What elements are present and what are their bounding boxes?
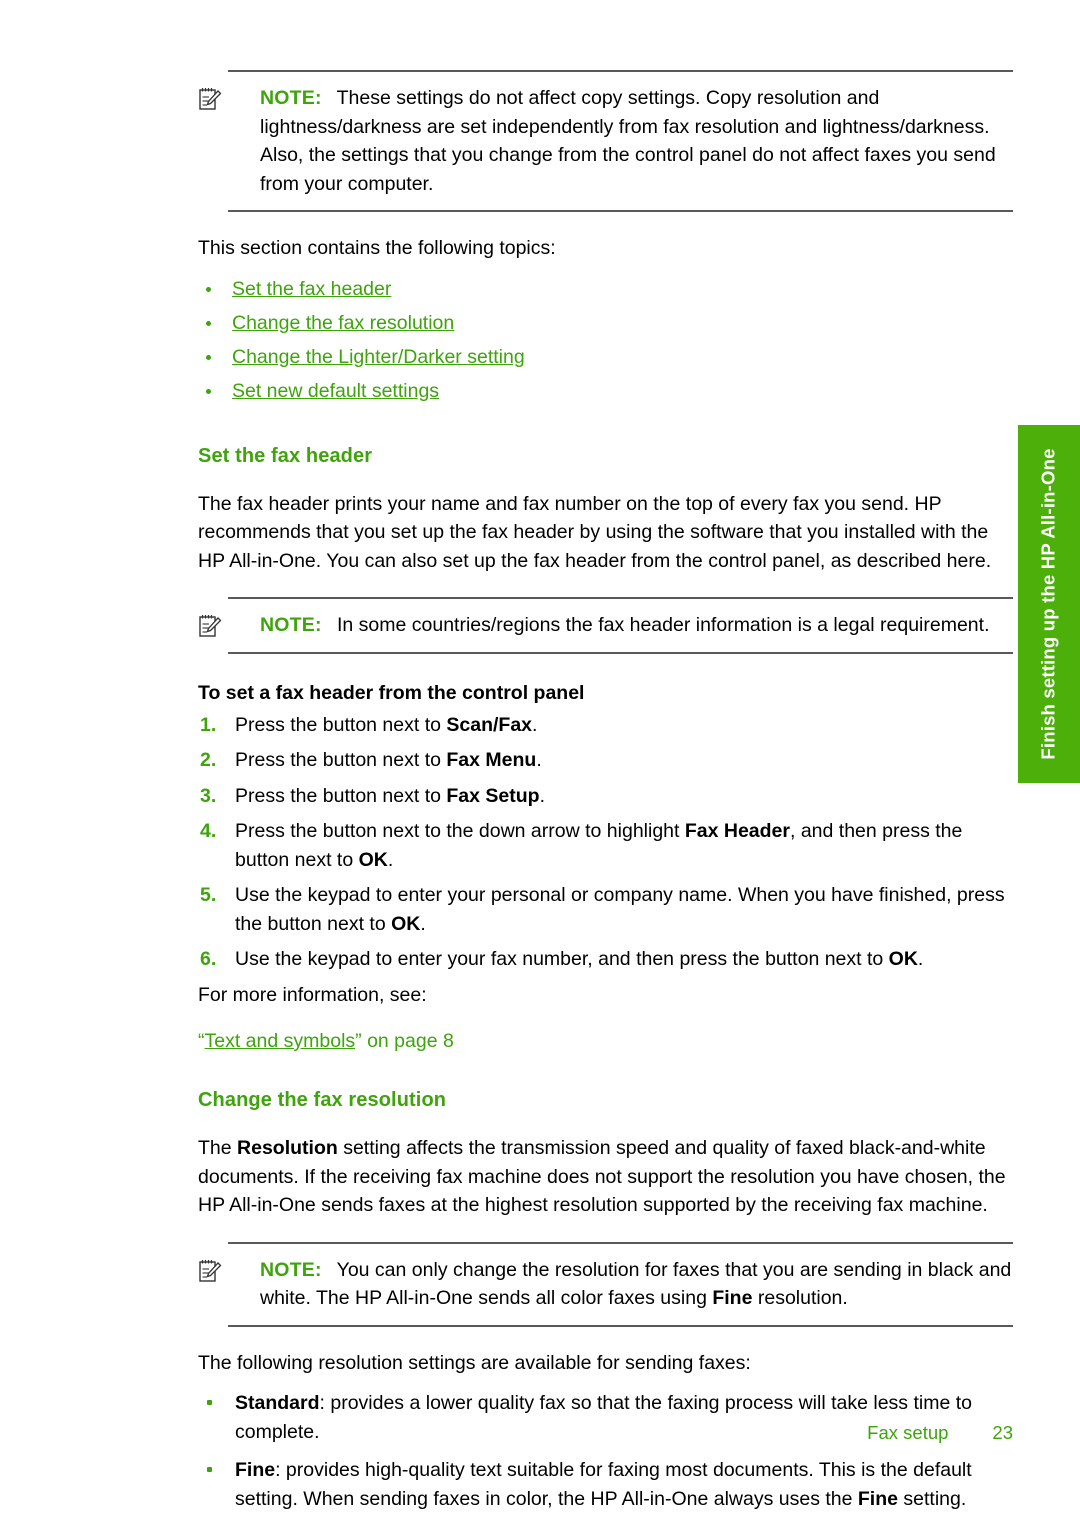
resolution-list-lead: The following resolution settings are av…	[198, 1351, 751, 1374]
note-pencil-icon	[198, 613, 222, 639]
topic-link-set-fax-header[interactable]: Set the fax header	[232, 278, 391, 300]
step-item: 4. Press the button next to the down arr…	[198, 817, 1013, 874]
section-heading-change-fax-resolution: Change the fax resolution	[198, 1089, 447, 1111]
bullet-icon	[207, 1400, 212, 1405]
topic-link-set-new-defaults[interactable]: Set new default settings	[232, 380, 439, 402]
chapter-side-tab: Finish setting up the HP All-in-One	[1018, 425, 1080, 783]
cross-reference-text-and-symbols[interactable]: “Text and symbols” on page 8	[198, 1027, 1013, 1055]
bullet-icon	[206, 354, 211, 360]
step-number: 5.	[200, 884, 217, 906]
step-item: 2. Press the button next to Fax Menu.	[198, 746, 1013, 775]
step-text: Press the button next to Fax Setup.	[235, 784, 545, 807]
topic-link-change-fax-resolution[interactable]: Change the fax resolution	[232, 312, 454, 334]
note-text: These settings do not affect copy settin…	[260, 87, 996, 195]
procedure-steps: 1. Press the button next to Scan/Fax. 2.…	[198, 711, 1013, 974]
step-number: 3.	[200, 784, 217, 807]
topic-link-change-lighter-darker[interactable]: Change the Lighter/Darker setting	[232, 346, 525, 368]
step-number: 1.	[200, 713, 217, 736]
list-item: Fine: provides high-quality text suitabl…	[198, 1456, 1013, 1513]
step-text: Use the keypad to enter your fax number,…	[235, 948, 924, 970]
note-block-black-and-white-only: NOTE: You can only change the resolution…	[199, 1241, 1013, 1327]
section-body-set-fax-header: The fax header prints your name and fax …	[198, 492, 992, 572]
section-body-change-fax-resolution: The Resolution setting affects the trans…	[198, 1137, 1006, 1216]
chapter-side-tab-label: Finish setting up the HP All-in-One	[1038, 448, 1060, 760]
more-info-lead: For more information, see:	[198, 983, 427, 1006]
bullet-icon	[206, 388, 211, 394]
step-item: 6. Use the keypad to enter your fax numb…	[198, 945, 1013, 974]
note-label: NOTE:	[260, 87, 322, 109]
step-number: 4.	[200, 820, 217, 842]
procedure-heading-set-fax-header: To set a fax header from the control pan…	[198, 681, 585, 704]
note-pencil-icon	[198, 1258, 222, 1284]
footer-section-label: Fax setup	[867, 1422, 949, 1443]
step-number: 2.	[200, 749, 217, 771]
step-item: 3. Press the button next to Fax Setup.	[198, 782, 1013, 811]
resolution-settings-list: Standard: provides a lower quality fax s…	[198, 1389, 1013, 1513]
note-label: NOTE:	[260, 1258, 322, 1281]
bullet-icon	[206, 320, 211, 326]
step-text: Press the button next to Fax Menu.	[235, 749, 542, 771]
list-item[interactable]: Change the fax resolution	[198, 309, 1013, 337]
note-pencil-icon	[198, 86, 222, 112]
page-content: NOTE: These settings do not affect copy …	[198, 70, 1013, 1523]
document-page: NOTE: These settings do not affect copy …	[0, 0, 1080, 1510]
intro-lead: This section contains the following topi…	[198, 237, 556, 259]
note-text: In some countries/regions the fax header…	[336, 614, 990, 636]
section-heading-set-fax-header: Set the fax header	[198, 444, 373, 467]
list-item[interactable]: Set the fax header	[198, 275, 1013, 303]
note-label: NOTE:	[260, 614, 322, 636]
topics-list: Set the fax header Change the fax resolu…	[198, 275, 1013, 405]
cross-reference-link[interactable]: Text and symbols	[205, 1030, 356, 1052]
note-text: You can only change the resolution for f…	[260, 1258, 1012, 1310]
setting-fine: Fine: provides high-quality text suitabl…	[235, 1459, 972, 1510]
bullet-icon	[207, 1467, 212, 1472]
step-item: 5. Use the keypad to enter your personal…	[198, 881, 1013, 938]
step-text: Press the button next to Scan/Fax.	[235, 713, 538, 736]
step-item: 1. Press the button next to Scan/Fax.	[198, 711, 1013, 740]
step-number: 6.	[200, 948, 217, 970]
note-block-legal-requirement: NOTE: In some countries/regions the fax …	[199, 597, 1013, 654]
list-item[interactable]: Change the Lighter/Darker setting	[198, 343, 1013, 371]
note-block-copy-settings: NOTE: These settings do not affect copy …	[199, 70, 1013, 212]
step-text: Use the keypad to enter your personal or…	[235, 884, 1005, 935]
step-text: Press the button next to the down arrow …	[235, 820, 963, 871]
bullet-icon	[206, 286, 211, 292]
footer-page-number: 23	[992, 1422, 1013, 1443]
page-footer: Fax setup 23	[0, 1422, 1013, 1444]
list-item[interactable]: Set new default settings	[198, 377, 1013, 405]
